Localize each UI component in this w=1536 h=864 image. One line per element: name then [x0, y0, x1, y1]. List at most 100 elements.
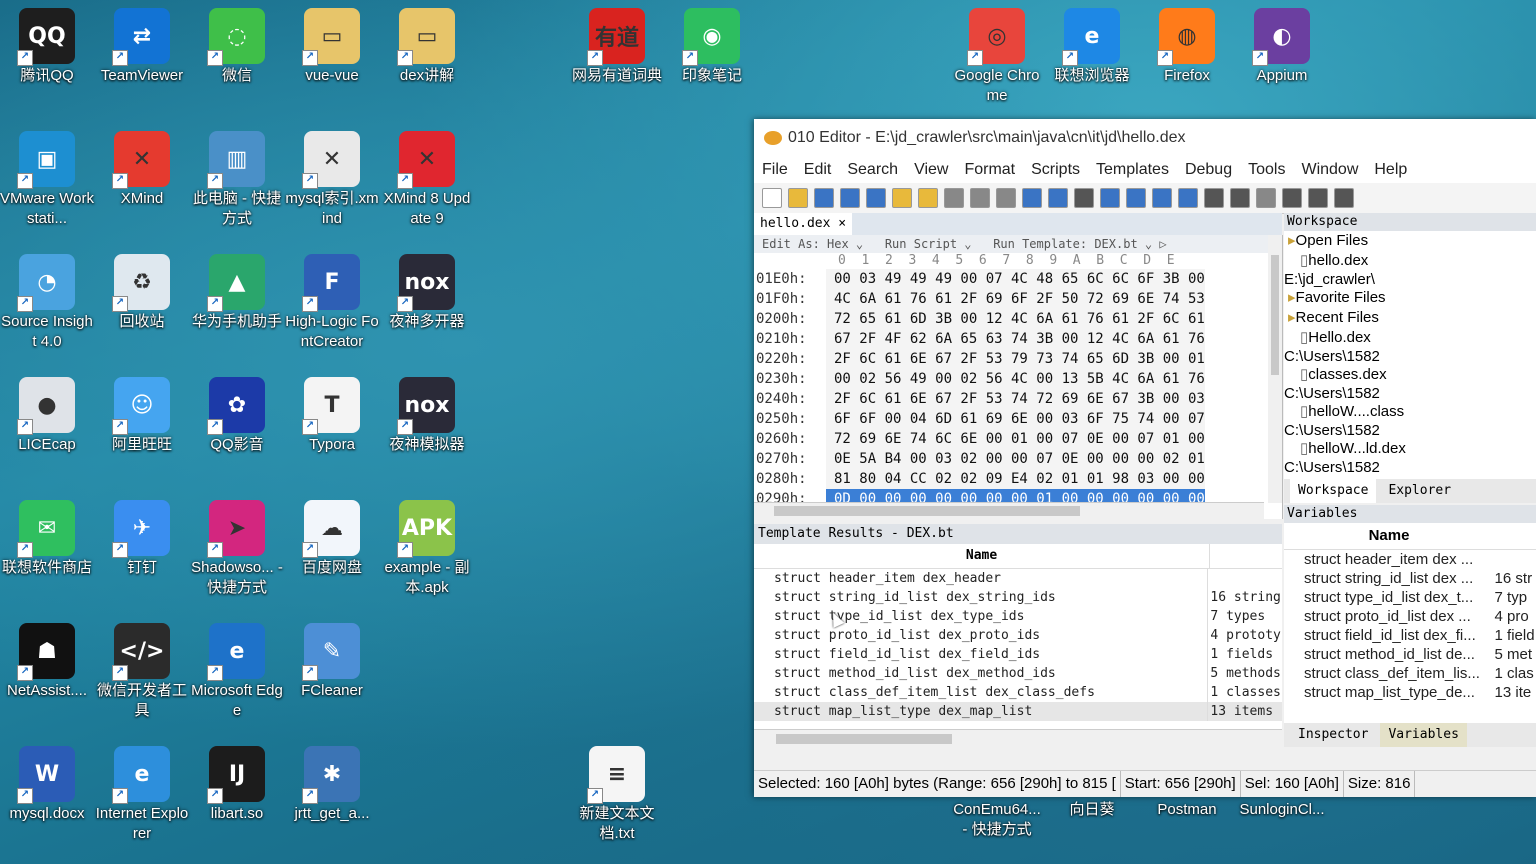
- toolbar-button-icon[interactable]: [1178, 188, 1198, 208]
- workspace-item[interactable]: ▯ helloW....class: [1284, 402, 1536, 422]
- desktop-icon[interactable]: T ↗ Typora: [285, 371, 379, 455]
- desktop-icon[interactable]: ✿ ↗ QQ影音: [190, 371, 284, 455]
- menu-item-debug[interactable]: Debug: [1177, 161, 1240, 179]
- hex-row[interactable]: 0260h: 72 69 6E 74 6C 6E 00 01 00 07 0E 0…: [754, 429, 1282, 449]
- workspace-item[interactable]: ▯ classes.dex: [1284, 365, 1536, 385]
- hex-row[interactable]: 01F0h: 4C 6A 61 76 61 2F 69 6F 2F 50 72 6…: [754, 289, 1282, 309]
- variable-row[interactable]: struct string_id_list dex ... 16 str: [1284, 569, 1536, 588]
- variable-row[interactable]: struct type_id_list dex_t... 7 typ: [1284, 588, 1536, 607]
- menu-item-tools[interactable]: Tools: [1240, 161, 1293, 179]
- desktop-icon[interactable]: ▭ ↗ dex讲解: [380, 2, 474, 86]
- tab-workspace[interactable]: Workspace: [1290, 479, 1377, 503]
- menu-item-window[interactable]: Window: [1293, 161, 1366, 179]
- toolbar-button-icon[interactable]: [866, 188, 886, 208]
- desktop-icon[interactable]: ✕ ↗ mysql索引.xmind: [285, 125, 379, 229]
- desktop-icon[interactable]: e ↗ 联想浏览器: [1045, 2, 1139, 86]
- desktop-icon[interactable]: ◐ ↗ Appium: [1235, 2, 1329, 86]
- hex-view[interactable]: Edit As: Hex ⌄ Run Script ⌄ Run Template…: [754, 235, 1283, 519]
- file-tab[interactable]: hello.dex ×: [754, 213, 853, 235]
- desktop-icon[interactable]: ◔ ↗ Source Insight 4.0: [0, 248, 94, 352]
- hex-row-bytes[interactable]: 0E 5A B4 00 03 02 00 00 07 0E 00 00 00 0…: [826, 449, 1205, 469]
- editor-titlebar[interactable]: 010 Editor - E:\jd_crawler\src\main\java…: [754, 119, 1536, 157]
- hex-row[interactable]: 0280h: 81 80 04 CC 02 02 09 E4 02 01 01 9…: [754, 469, 1282, 489]
- hex-row-bytes[interactable]: 72 65 61 6D 3B 00 12 4C 6A 61 76 61 2F 6…: [826, 309, 1205, 329]
- hex-row-bytes[interactable]: 4C 6A 61 76 61 2F 69 6F 2F 50 72 69 6E 7…: [826, 289, 1205, 309]
- variable-row[interactable]: struct class_def_item_lis... 1 clas: [1284, 664, 1536, 683]
- hex-row-bytes[interactable]: 00 02 56 49 00 02 56 4C 00 13 5B 4C 6A 6…: [826, 369, 1205, 389]
- toolbar-button-icon[interactable]: [840, 188, 860, 208]
- hex-toolbar[interactable]: Edit As: Hex ⌄ Run Script ⌄ Run Template…: [754, 235, 1282, 253]
- desktop-icon[interactable]: ◌ ↗ 微信: [190, 2, 284, 86]
- desktop-icon[interactable]: ✕ ↗ XMind: [95, 125, 189, 209]
- workspace-item[interactable]: ▯ hello.dex: [1284, 251, 1536, 271]
- desktop-icon[interactable]: ● ↗ LICEcap: [0, 371, 94, 455]
- hex-row[interactable]: 01E0h: 00 03 49 49 49 00 07 4C 48 65 6C 6…: [754, 269, 1282, 289]
- desktop-icon[interactable]: 有道 ↗ 网易有道词典: [570, 2, 664, 86]
- tab-explorer[interactable]: Explorer: [1380, 479, 1459, 503]
- template-row[interactable]: struct proto_id_list dex_proto_ids 4 prot…: [754, 626, 1282, 645]
- toolbar-button-icon[interactable]: [814, 188, 834, 208]
- hex-row-bytes[interactable]: 00 03 49 49 49 00 07 4C 48 65 6C 6C 6F 3…: [826, 269, 1205, 289]
- hex-row[interactable]: 0200h: 72 65 61 6D 3B 00 12 4C 6A 61 76 6…: [754, 309, 1282, 329]
- tab-variables[interactable]: Variables: [1380, 723, 1467, 747]
- desktop-icon[interactable]: ▣ ↗ VMware Workstati...: [0, 125, 94, 229]
- desktop-icon[interactable]: ◎ ↗ Google Chrome: [950, 2, 1044, 106]
- desktop-icon[interactable]: ↗SunloginCl...: [1235, 800, 1329, 820]
- desktop-icon[interactable]: e ↗ Internet Explorer: [95, 740, 189, 844]
- template-name-column-header[interactable]: Name: [754, 544, 1209, 568]
- close-icon[interactable]: ×: [838, 216, 846, 231]
- workspace-item[interactable]: ▯ Hello.dex: [1284, 328, 1536, 348]
- menu-item-view[interactable]: View: [906, 161, 956, 179]
- desktop-icon[interactable]: ☗ ↗ NetAssist....: [0, 617, 94, 701]
- desktop-icon[interactable]: nox ↗ 夜神多开器: [380, 248, 474, 332]
- variable-row[interactable]: struct header_item dex ...: [1284, 550, 1536, 569]
- toolbar-button-icon[interactable]: [1126, 188, 1146, 208]
- hex-row-bytes[interactable]: 2F 6C 61 6E 67 2F 53 74 72 69 6E 67 3B 0…: [826, 389, 1205, 409]
- desktop-icon[interactable]: APK ↗ example - 副本.apk: [380, 494, 474, 598]
- desktop-icon[interactable]: W ↗ mysql.docx: [0, 740, 94, 824]
- workspace-item[interactable]: ▯ helloW...ld.dex: [1284, 439, 1536, 459]
- toolbar-button-icon[interactable]: [1152, 188, 1172, 208]
- desktop-icon[interactable]: ↗ConEmu64... - 快捷方式: [950, 800, 1044, 840]
- template-row[interactable]: struct field_id_list dex_field_ids 1 fiel…: [754, 645, 1282, 664]
- desktop-icon[interactable]: ◍ ↗ Firefox: [1140, 2, 1234, 86]
- toolbar-button-icon[interactable]: [1308, 188, 1328, 208]
- menu-item-file[interactable]: File: [754, 161, 796, 179]
- template-row[interactable]: struct string_id_list dex_string_ids 16 s…: [754, 588, 1282, 607]
- desktop-icon[interactable]: QQ ↗ 腾讯QQ: [0, 2, 94, 86]
- variable-row[interactable]: struct field_id_list dex_fi... 1 field: [1284, 626, 1536, 645]
- desktop-icon[interactable]: nox ↗ 夜神模拟器: [380, 371, 474, 455]
- toolbar-button-icon[interactable]: [1074, 188, 1094, 208]
- desktop-icon[interactable]: ✕ ↗ XMind 8 Update 9: [380, 125, 474, 229]
- hex-row[interactable]: 0210h: 67 2F 4F 62 6A 65 63 74 3B 00 12 4…: [754, 329, 1282, 349]
- toolbar-button-icon[interactable]: [944, 188, 964, 208]
- menu-item-help[interactable]: Help: [1366, 161, 1415, 179]
- variable-row[interactable]: struct method_id_list de... 5 met: [1284, 645, 1536, 664]
- desktop-icon[interactable]: F ↗ High-Logic FontCreator: [285, 248, 379, 352]
- hex-row-bytes[interactable]: 81 80 04 CC 02 02 09 E4 02 01 01 98 03 0…: [826, 469, 1205, 489]
- toolbar-button-icon[interactable]: [892, 188, 912, 208]
- desktop-icon[interactable]: ✉ ↗ 联想软件商店: [0, 494, 94, 578]
- desktop-icon[interactable]: ↗Postman: [1140, 800, 1234, 820]
- menu-item-templates[interactable]: Templates: [1088, 161, 1177, 179]
- template-horizontal-scrollbar[interactable]: [754, 729, 1282, 748]
- hex-row[interactable]: 0270h: 0E 5A B4 00 03 02 00 00 07 0E 00 0…: [754, 449, 1282, 469]
- workspace-item[interactable]: ▯ DexFixer.1sc: [1284, 476, 1536, 479]
- menu-item-scripts[interactable]: Scripts: [1023, 161, 1088, 179]
- desktop-icon[interactable]: </> ↗ 微信开发者工具: [95, 617, 189, 721]
- desktop-icon[interactable]: ☺ ↗ 阿里旺旺: [95, 371, 189, 455]
- desktop-icon[interactable]: ✱ ↗ jrtt_get_a...: [285, 740, 379, 824]
- template-row[interactable]: struct method_id_list dex_method_ids 5 me…: [754, 664, 1282, 683]
- variables-name-column-header[interactable]: Name: [1284, 523, 1494, 549]
- desktop-icon[interactable]: ⇄ ↗ TeamViewer: [95, 2, 189, 86]
- menu-item-format[interactable]: Format: [956, 161, 1023, 179]
- desktop-icon[interactable]: ▲ ↗ 华为手机助手: [190, 248, 284, 332]
- workspace-item[interactable]: ▸ Recent Files: [1284, 308, 1536, 328]
- hex-row[interactable]: 0220h: 2F 6C 61 6E 67 2F 53 79 73 74 65 6…: [754, 349, 1282, 369]
- template-row[interactable]: struct header_item dex_header: [754, 569, 1282, 588]
- hex-row[interactable]: 0230h: 00 02 56 49 00 02 56 4C 00 13 5B 4…: [754, 369, 1282, 389]
- menu-item-search[interactable]: Search: [839, 161, 906, 179]
- toolbar-button-icon[interactable]: [918, 188, 938, 208]
- toolbar-button-icon[interactable]: [1100, 188, 1120, 208]
- desktop-icon[interactable]: ✈ ↗ 钉钉: [95, 494, 189, 578]
